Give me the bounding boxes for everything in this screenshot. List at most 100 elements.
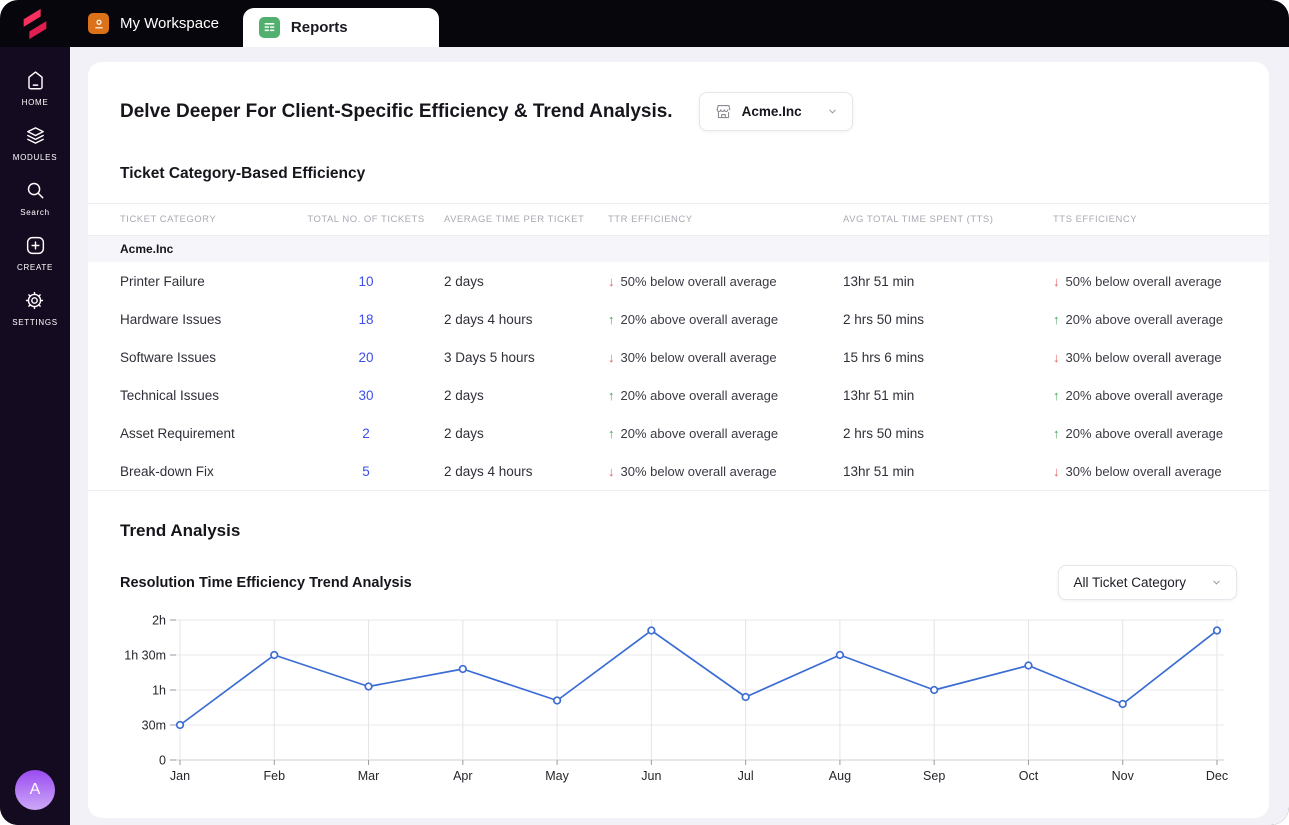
trend-chart-svg: 0 30m 1h 1h 30m 2h Jan Feb Mar Apr May Jun Jul Aug Se… (124, 614, 1228, 784)
arrow-down-icon: ↓ (1053, 463, 1060, 479)
table-row[interactable]: Break-down Fix 5 2 days 4 hours ↓ 30% below … (88, 452, 1269, 491)
user-icon (88, 13, 109, 34)
sidebar-item-settings[interactable]: SETTINGS (12, 289, 58, 327)
trend-point (741, 692, 750, 702)
cell-ticket-category: Asset Requirement (120, 425, 235, 441)
sidebar-item-search[interactable]: Search (20, 179, 50, 217)
cell-average-time: 2 days (444, 273, 484, 289)
sidebar-item-label: MODULES (12, 153, 58, 162)
home-icon (27, 71, 43, 90)
cell-total-tickets[interactable]: 5 (288, 464, 444, 479)
tab-label: My Workspace (120, 15, 219, 32)
sidebar-nav: HOME MODULES Search CREATE SETTINGS (0, 47, 70, 825)
chart-x-tick-label: Jun (641, 769, 661, 783)
table-section-title: Ticket Category-Based Efficiency (120, 165, 366, 182)
cell-ticket-category: Hardware Issues (120, 311, 222, 327)
cell-ticket-category: Technical Issues (120, 387, 220, 403)
chart-y-tick-label: 0 (159, 754, 166, 768)
app-window: My Workspace Reports HOME MODULES Search… (0, 0, 1289, 825)
trend-point (1118, 699, 1127, 709)
report-icon (258, 17, 280, 38)
tab-reports[interactable]: Reports (242, 8, 439, 47)
trend-point (458, 664, 467, 674)
arrow-down-icon: ↓ (608, 463, 615, 479)
sidebar-item-modules[interactable]: MODULES (13, 124, 57, 162)
cell-tts-efficiency: ↓ 30% below overall average (1053, 350, 1237, 365)
chart-x-tick-label: Oct (1019, 769, 1039, 783)
arrow-up-icon: ↑ (1053, 425, 1060, 441)
table-row[interactable]: Printer Failure 10 2 days ↓ 50% below overal… (88, 262, 1269, 300)
chart-y-tick-label: 1h (152, 684, 166, 698)
sidebar-item-create[interactable]: CREATE (17, 234, 53, 272)
table-row[interactable]: Asset Requirement 2 2 days ↑ 20% above overa… (88, 414, 1269, 452)
cell-avg-total-time-spent: 2 hrs 50 mins (843, 311, 925, 327)
ticket-category-dropdown-value: All Ticket Category (1073, 575, 1186, 590)
trend-point (552, 696, 562, 705)
cell-average-time: 2 days (444, 387, 484, 403)
page-header: Delve Deeper For Client-Specific Efficie… (88, 92, 1269, 131)
cell-avg-total-time-spent: 13hr 51 min (843, 273, 915, 289)
sidebar-item-home[interactable]: HOME (22, 69, 49, 107)
chart-x-tick-label: Jul (738, 769, 754, 783)
table-row[interactable]: Software Issues 20 3 Days 5 hours ↓ 30% belo… (88, 338, 1269, 376)
chart-x-tick-label: Dec (1206, 769, 1228, 783)
cell-average-time: 2 days 4 hours (444, 311, 533, 327)
column-header: TOTAL NO. OF TICKETS (307, 214, 425, 225)
cell-total-tickets[interactable]: 2 (288, 426, 444, 441)
cell-average-time: 2 days (444, 425, 484, 441)
table-header-row: TICKET CATEGORY TOTAL NO. OF TICKETS AVERA… (88, 203, 1269, 236)
cell-tts-efficiency: ↑ 20% above overall average (1053, 388, 1237, 403)
main-area: Delve Deeper For Client-Specific Efficie… (70, 47, 1289, 825)
efficiency-text: 20% above overall average (620, 425, 779, 441)
arrow-up-icon: ↑ (608, 387, 615, 403)
chart-x-tick-label: Feb (263, 769, 285, 783)
cell-total-tickets[interactable]: 18 (288, 312, 444, 327)
cell-ttr-efficiency: ↓ 30% below overall average (608, 464, 843, 479)
efficiency-text: 30% below overall average (620, 349, 777, 365)
ticket-category-dropdown[interactable]: All Ticket Category (1058, 565, 1237, 600)
sidebar-item-label: Search (20, 208, 50, 217)
storefront-icon (716, 105, 730, 119)
chart-x-tick-label: Jan (170, 769, 190, 783)
cell-total-tickets[interactable]: 10 (288, 274, 444, 289)
tab-my-workspace[interactable]: My Workspace (70, 0, 243, 47)
table-row[interactable]: Hardware Issues 18 2 days 4 hours ↑ 20% abov… (88, 300, 1269, 338)
efficiency-text: 30% below overall average (620, 463, 777, 479)
brand-logo[interactable] (0, 0, 70, 47)
client-dropdown[interactable]: Acme.Inc (698, 92, 853, 131)
cell-tts-efficiency: ↓ 30% below overall average (1053, 464, 1237, 479)
client-dropdown-value: Acme.Inc (741, 104, 802, 119)
cell-total-tickets[interactable]: 30 (288, 388, 444, 403)
sidebar-item-label: HOME (21, 98, 49, 107)
cell-total-tickets[interactable]: 20 (288, 350, 444, 365)
trend-chart: 0 30m 1h 1h 30m 2h Jan Feb Mar Apr May Jun Jul Aug Se… (88, 612, 1269, 797)
trend-point (835, 650, 845, 660)
cell-tts-efficiency: ↓ 50% below overall average (1053, 274, 1237, 289)
chart-y-tick-label: 2h (152, 614, 166, 628)
chart-x-tick-label: May (545, 769, 569, 783)
cell-ttr-efficiency: ↑ 20% above overall average (608, 312, 843, 327)
trend-point (930, 685, 939, 695)
top-bar: My Workspace Reports (0, 0, 1289, 47)
arrow-up-icon: ↑ (1053, 311, 1060, 327)
efficiency-text: 20% above overall average (1065, 425, 1224, 441)
trend-point (647, 626, 656, 635)
modules-icon (26, 127, 44, 144)
cell-ttr-efficiency: ↑ 20% above overall average (608, 388, 843, 403)
user-avatar[interactable]: A (15, 770, 55, 810)
table-group-row[interactable]: Acme.Inc (88, 236, 1269, 262)
chevron-down-icon (827, 106, 838, 117)
cell-tts-efficiency: ↑ 20% above overall average (1053, 426, 1237, 441)
settings-icon (26, 291, 44, 310)
trend-point (175, 720, 185, 730)
chart-title: Resolution Time Efficiency Trend Analysi… (120, 574, 412, 591)
efficiency-text: 20% above overall average (1065, 311, 1224, 327)
sidebar-item-label: CREATE (16, 263, 54, 272)
table-row[interactable]: Technical Issues 30 2 days ↑ 20% above overa… (88, 376, 1269, 414)
cell-average-time: 2 days 4 hours (444, 463, 533, 479)
efficiency-text: 30% below overall average (1065, 349, 1222, 365)
chart-x-tick-label: Mar (358, 769, 380, 783)
avatar-letter: A (29, 781, 41, 798)
chart-x-tick-label: Sep (923, 769, 945, 783)
column-header: AVERAGE TIME PER TICKET (444, 214, 585, 225)
